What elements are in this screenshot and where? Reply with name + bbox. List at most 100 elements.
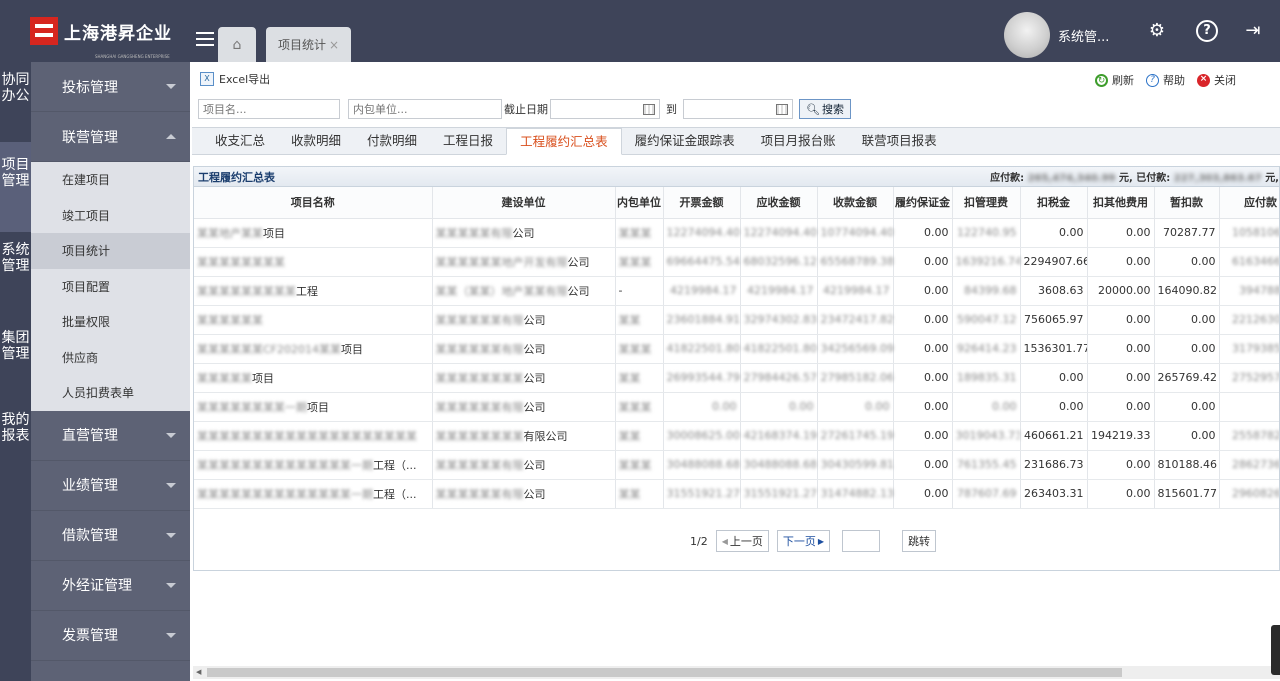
close-button[interactable]: × 关闭 [1197, 72, 1236, 88]
column-header[interactable]: 扣税金 [1020, 187, 1088, 219]
cell-builder: 某某某某某某某某有限公司 [432, 421, 616, 451]
cell-dep: 0.00 [893, 218, 953, 248]
cell-builder: 某某某某某某有限公司 [432, 392, 616, 422]
column-header[interactable]: 应付款 [1219, 187, 1279, 219]
column-header[interactable]: 扣管理费 [952, 187, 1021, 219]
table-row[interactable]: 某某某某某项目 某某某某某某某某公司 某某 26993544.79 27984426.5… [194, 363, 1279, 393]
sidebar-item-deductions[interactable]: 人员扣费表单 [31, 375, 190, 411]
masked-text: 某某某某某某 [197, 313, 263, 327]
user-profile[interactable]: 系统管... [1004, 12, 1109, 58]
module-system[interactable]: 系统管理 [0, 232, 31, 320]
column-header[interactable]: 建设单位 [432, 187, 616, 219]
scrollbar-thumb[interactable] [207, 668, 1122, 677]
table-row[interactable]: 某某某某某某某某某工程 某某（某某）地产某某有限公司 -4219984.17 4219… [194, 276, 1279, 306]
sidebar-item-completed[interactable]: 竣工项目 [31, 198, 190, 234]
module-collab[interactable]: 协同办公 [0, 62, 31, 142]
module-project[interactable]: 项目管理 [0, 142, 31, 232]
cell-rec: 32974302.83 [740, 305, 818, 335]
jump-button[interactable]: 跳转 [902, 530, 937, 552]
page-number-input[interactable] [842, 530, 881, 552]
cell-got: 27261745.19 [817, 421, 894, 451]
column-header[interactable]: 开票金额 [663, 187, 741, 219]
module-reports[interactable]: 我的报表 [0, 402, 31, 482]
table-row[interactable]: 某某某某某某某某某某某某某某某某某某某某 某某某某某某某某有限公司 某某 300086… [194, 421, 1279, 451]
start-date-input[interactable] [550, 99, 660, 119]
tab-3[interactable]: 工程日报 [430, 128, 506, 155]
logout-icon[interactable]: ⇥ [1242, 20, 1264, 42]
masked-text: 某某某某某某某某某某某某某某一期 [197, 458, 373, 472]
column-header[interactable]: 应收金额 [740, 187, 818, 219]
prev-page-button[interactable]: ◀ 上一页 [715, 530, 769, 552]
table-row[interactable]: 某某某某某某某某某某某某某某一期工程（... 某某某某某某有限公司 某某 315519… [194, 479, 1279, 509]
refresh-button[interactable]: ↻ 刷新 [1095, 72, 1134, 88]
table-row[interactable]: 某某某某某某某某某某某某某某一期工程（... 某某某某某某有限公司 某某某 30488… [194, 450, 1279, 480]
menu-toggle-icon[interactable] [196, 32, 214, 48]
sidebar-item-building[interactable]: 在建项目 [31, 162, 190, 198]
cell-sub-unit: 某某某 [615, 392, 664, 422]
tab-2[interactable]: 付款明细 [354, 128, 430, 155]
cell-mgmt: 0.00 [952, 392, 1021, 422]
home-tab[interactable]: ⌂ [218, 27, 256, 62]
cell-dep: 0.00 [893, 450, 953, 480]
chevron-down-icon [166, 432, 176, 438]
help-button[interactable]: ? 帮助 [1146, 72, 1185, 88]
sidebar-item-config[interactable]: 项目配置 [31, 269, 190, 305]
project-name-input[interactable] [198, 99, 340, 119]
tab-project-statistics[interactable]: 项目统计 × [266, 27, 351, 62]
sidebar-group-invoices[interactable]: 发票管理 [31, 611, 190, 661]
excel-export-button[interactable]: Excel导出 [219, 71, 270, 87]
sidebar-group-direct[interactable]: 直营管理 [31, 411, 190, 461]
masked-text: 某某（某某）地产某某有限 [435, 284, 568, 298]
table-row[interactable]: 某某某某某某CF202014某某项目 某某某某某某有限公司 某某某 41822501.… [194, 334, 1279, 364]
masked-text: 某某某某某某某某 [435, 429, 524, 443]
cell-other: 0.00 [1087, 450, 1155, 480]
horizontal-scrollbar[interactable]: ◀ [193, 666, 1280, 679]
tab-7[interactable]: 联营项目报表 [849, 128, 950, 155]
right-tools: ↻ 刷新 ? 帮助 × 关闭 [1083, 72, 1236, 88]
tab-close-icon[interactable]: × [329, 38, 339, 52]
masked-text: 某某某某某某有限 [435, 342, 524, 356]
column-header[interactable]: 内包单位 [615, 187, 664, 219]
table-row[interactable]: 某某某某某某 某某某某某某有限公司 某某 23601884.91 32974302.83… [194, 305, 1279, 335]
sidebar-item-statistics[interactable]: 项目统计 [31, 233, 190, 269]
column-header[interactable]: 暂扣款 [1154, 187, 1220, 219]
next-page-button[interactable]: 下一页 ▶ [776, 530, 831, 552]
tab-1[interactable]: 收款明细 [278, 128, 354, 155]
tab-5[interactable]: 履约保证金跟踪表 [622, 128, 748, 155]
help-icon[interactable]: ? [1196, 20, 1218, 42]
pagination: 1/2 ◀ 上一页 下一页 ▶ 跳转 [690, 530, 937, 552]
refresh-label: 刷新 [1112, 74, 1134, 87]
sidebar-group-loans[interactable]: 借款管理 [31, 511, 190, 561]
sidebar-group-certificates[interactable]: 外经证管理 [31, 561, 190, 611]
sub-unit-input[interactable] [348, 99, 502, 119]
cell-mgmt: 122740.95 [952, 218, 1021, 248]
tab-0[interactable]: 收支汇总 [202, 128, 278, 155]
cell-inv: 30008625.00 [663, 421, 741, 451]
column-header[interactable]: 收款金额 [817, 187, 894, 219]
sidebar-item-suppliers[interactable]: 供应商 [31, 340, 190, 376]
column-header[interactable]: 扣其他费用 [1087, 187, 1155, 219]
column-header[interactable]: 履约保证金 [893, 187, 953, 219]
sidebar-group-joint[interactable]: 联营管理 [31, 112, 190, 162]
close-icon: × [1197, 73, 1210, 87]
tab-4[interactable]: 工程履约汇总表 [506, 128, 622, 155]
sidebar-group-performance[interactable]: 业绩管理 [31, 461, 190, 511]
column-header[interactable]: 项目名称 [194, 187, 433, 219]
sidebar-group-bidding[interactable]: 投标管理 [31, 62, 190, 112]
search-button[interactable]: 🔍︎ 搜索 [799, 99, 851, 119]
table-row[interactable]: 某某地产某某项目 某某某某某有限公司 某某某 12274094.40 12274094.… [194, 218, 1279, 248]
calendar-icon[interactable] [776, 104, 788, 115]
end-date-input[interactable] [683, 99, 793, 119]
module-group[interactable]: 集团管理 [0, 320, 31, 402]
calendar-icon[interactable] [643, 104, 655, 115]
sidebar-item-permissions[interactable]: 批量权限 [31, 304, 190, 340]
chevron-down-icon [166, 582, 176, 588]
tab-6[interactable]: 项目月报台账 [748, 128, 849, 155]
table-row[interactable]: 某某某某某某某某一期项目 某某某某某某有限公司 某某某 0.00 0.00 0.00 0.0… [194, 392, 1279, 422]
sidebar: 投标管理 联营管理 在建项目 竣工项目 项目统计 项目配置 批量权限 供应商 人… [31, 62, 190, 681]
cell-inv: 30488088.68 [663, 450, 741, 480]
gear-icon[interactable]: ⚙ [1146, 20, 1168, 42]
floating-widget[interactable] [1271, 625, 1280, 675]
scroll-left-icon[interactable]: ◀ [196, 668, 201, 676]
table-row[interactable]: 某某某某某某某某 某某某某某某地产开发有限公司 某某某 69664475.54 6803… [194, 247, 1279, 277]
